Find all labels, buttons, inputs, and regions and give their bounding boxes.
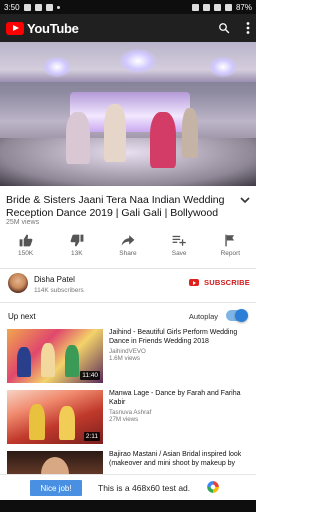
subscribe-label: SUBSCRIBE xyxy=(204,278,250,287)
like-count: 150K xyxy=(18,250,34,257)
autoplay-label: Autoplay xyxy=(188,312,218,321)
list-item[interactable]: 11:40 Jaihind - Beautiful Girls Perform … xyxy=(7,329,249,383)
ad-text: This is a 468x60 test ad. xyxy=(98,483,191,493)
signal-icon xyxy=(213,3,221,11)
thumbnail-figure xyxy=(59,406,75,440)
share-button[interactable]: Share xyxy=(104,234,152,264)
video-frame-dancer xyxy=(104,104,126,162)
status-time: 3:50 xyxy=(4,2,20,12)
video-frame-floor xyxy=(0,138,256,186)
thumbnail-figure xyxy=(65,345,79,377)
divider xyxy=(0,268,256,269)
divider xyxy=(0,302,256,303)
video-frame-chandelier xyxy=(42,56,72,78)
video-frame-dancer xyxy=(66,112,90,164)
video-duration: 11:40 xyxy=(80,371,100,380)
youtube-wordmark: YouTube xyxy=(27,20,79,36)
report-label: Report xyxy=(220,250,241,257)
more-options-icon[interactable] xyxy=(246,22,250,34)
youtube-play-icon xyxy=(6,21,24,35)
thumbnail-figure xyxy=(29,404,45,440)
ad-choices-icon[interactable] xyxy=(206,480,220,494)
channel-avatar[interactable] xyxy=(8,273,28,293)
recommendation-views: 27M views xyxy=(109,416,139,423)
thumbnail-figure xyxy=(17,347,31,377)
video-thumbnail[interactable]: 2:11 xyxy=(7,390,103,444)
video-frame-chandelier xyxy=(208,56,238,78)
like-button[interactable]: 150K xyxy=(2,234,50,264)
thumbs-down-icon xyxy=(70,234,84,247)
save-playlist-icon xyxy=(172,235,186,246)
save-label: Save xyxy=(171,250,187,257)
thumbnail-figure xyxy=(41,343,55,377)
autoplay-toggle-knob xyxy=(235,309,248,322)
more-notifications-icon xyxy=(56,5,60,9)
expand-description-icon[interactable] xyxy=(240,197,250,204)
subscriber-count: 114K subscribers xyxy=(34,287,84,294)
video-thumbnail[interactable]: 11:40 xyxy=(7,329,103,383)
system-navigation-bar xyxy=(0,500,256,512)
ad-banner[interactable]: Nice job! This is a 468x60 test ad. xyxy=(0,474,256,501)
search-icon[interactable] xyxy=(218,22,230,34)
youtube-logo[interactable]: YouTube xyxy=(6,21,79,36)
share-icon xyxy=(121,235,135,246)
channel-name: Disha Patel xyxy=(34,275,75,284)
vibrate-icon xyxy=(191,3,199,11)
subscribe-button[interactable]: SUBSCRIBE xyxy=(189,278,250,287)
status-bar: 3:50 87% xyxy=(0,0,256,14)
recommendation-title: Manwa Lage - Dance by Farah and Fariha K… xyxy=(109,390,241,406)
video-title: Bride & Sisters Jaani Tera Naa Indian We… xyxy=(6,194,225,219)
autoplay-toggle[interactable] xyxy=(226,309,248,322)
save-button[interactable]: Save xyxy=(155,234,203,264)
wifi-icon xyxy=(202,3,210,11)
recommendation-title: Bajirao Mastani / Asian Bridal inspired … xyxy=(109,451,242,467)
app-bar: YouTube xyxy=(0,14,256,42)
dislike-count: 13K xyxy=(70,250,83,257)
notification-icon xyxy=(34,3,42,11)
view-count: 25M views xyxy=(6,219,40,226)
battery-level: 87% xyxy=(235,2,252,12)
video-actions: 150K 13K Share Save Report xyxy=(0,234,256,264)
ad-cta-button[interactable]: Nice job! xyxy=(30,480,82,496)
dislike-button[interactable]: 13K xyxy=(53,234,101,264)
notification-icon xyxy=(45,3,53,11)
thumbs-up-icon xyxy=(19,234,32,247)
youtube-subscribe-icon xyxy=(189,279,200,286)
recommendation-title: Jaihind - Beautiful Girls Perform Weddin… xyxy=(109,329,238,345)
channel-row[interactable]: Disha Patel 114K subscribers SUBSCRIBE xyxy=(0,270,256,300)
list-item[interactable]: 2:11 Manwa Lage - Dance by Farah and Far… xyxy=(7,390,249,444)
video-frame-chandelier xyxy=(118,48,158,74)
battery-icon xyxy=(224,3,232,11)
share-label: Share xyxy=(119,250,137,257)
report-button[interactable]: Report xyxy=(206,234,254,264)
video-duration: 2:11 xyxy=(83,432,100,441)
recommendation-views: 1.6M views xyxy=(109,355,140,362)
video-title-row: Bride & Sisters Jaani Tera Naa Indian We… xyxy=(6,194,250,220)
video-frame-dancer xyxy=(150,112,176,168)
flag-icon xyxy=(225,234,235,247)
video-player[interactable] xyxy=(0,42,256,186)
up-next-heading: Up next xyxy=(8,312,36,321)
video-frame-dancer xyxy=(182,108,198,158)
notification-icon xyxy=(23,3,31,11)
